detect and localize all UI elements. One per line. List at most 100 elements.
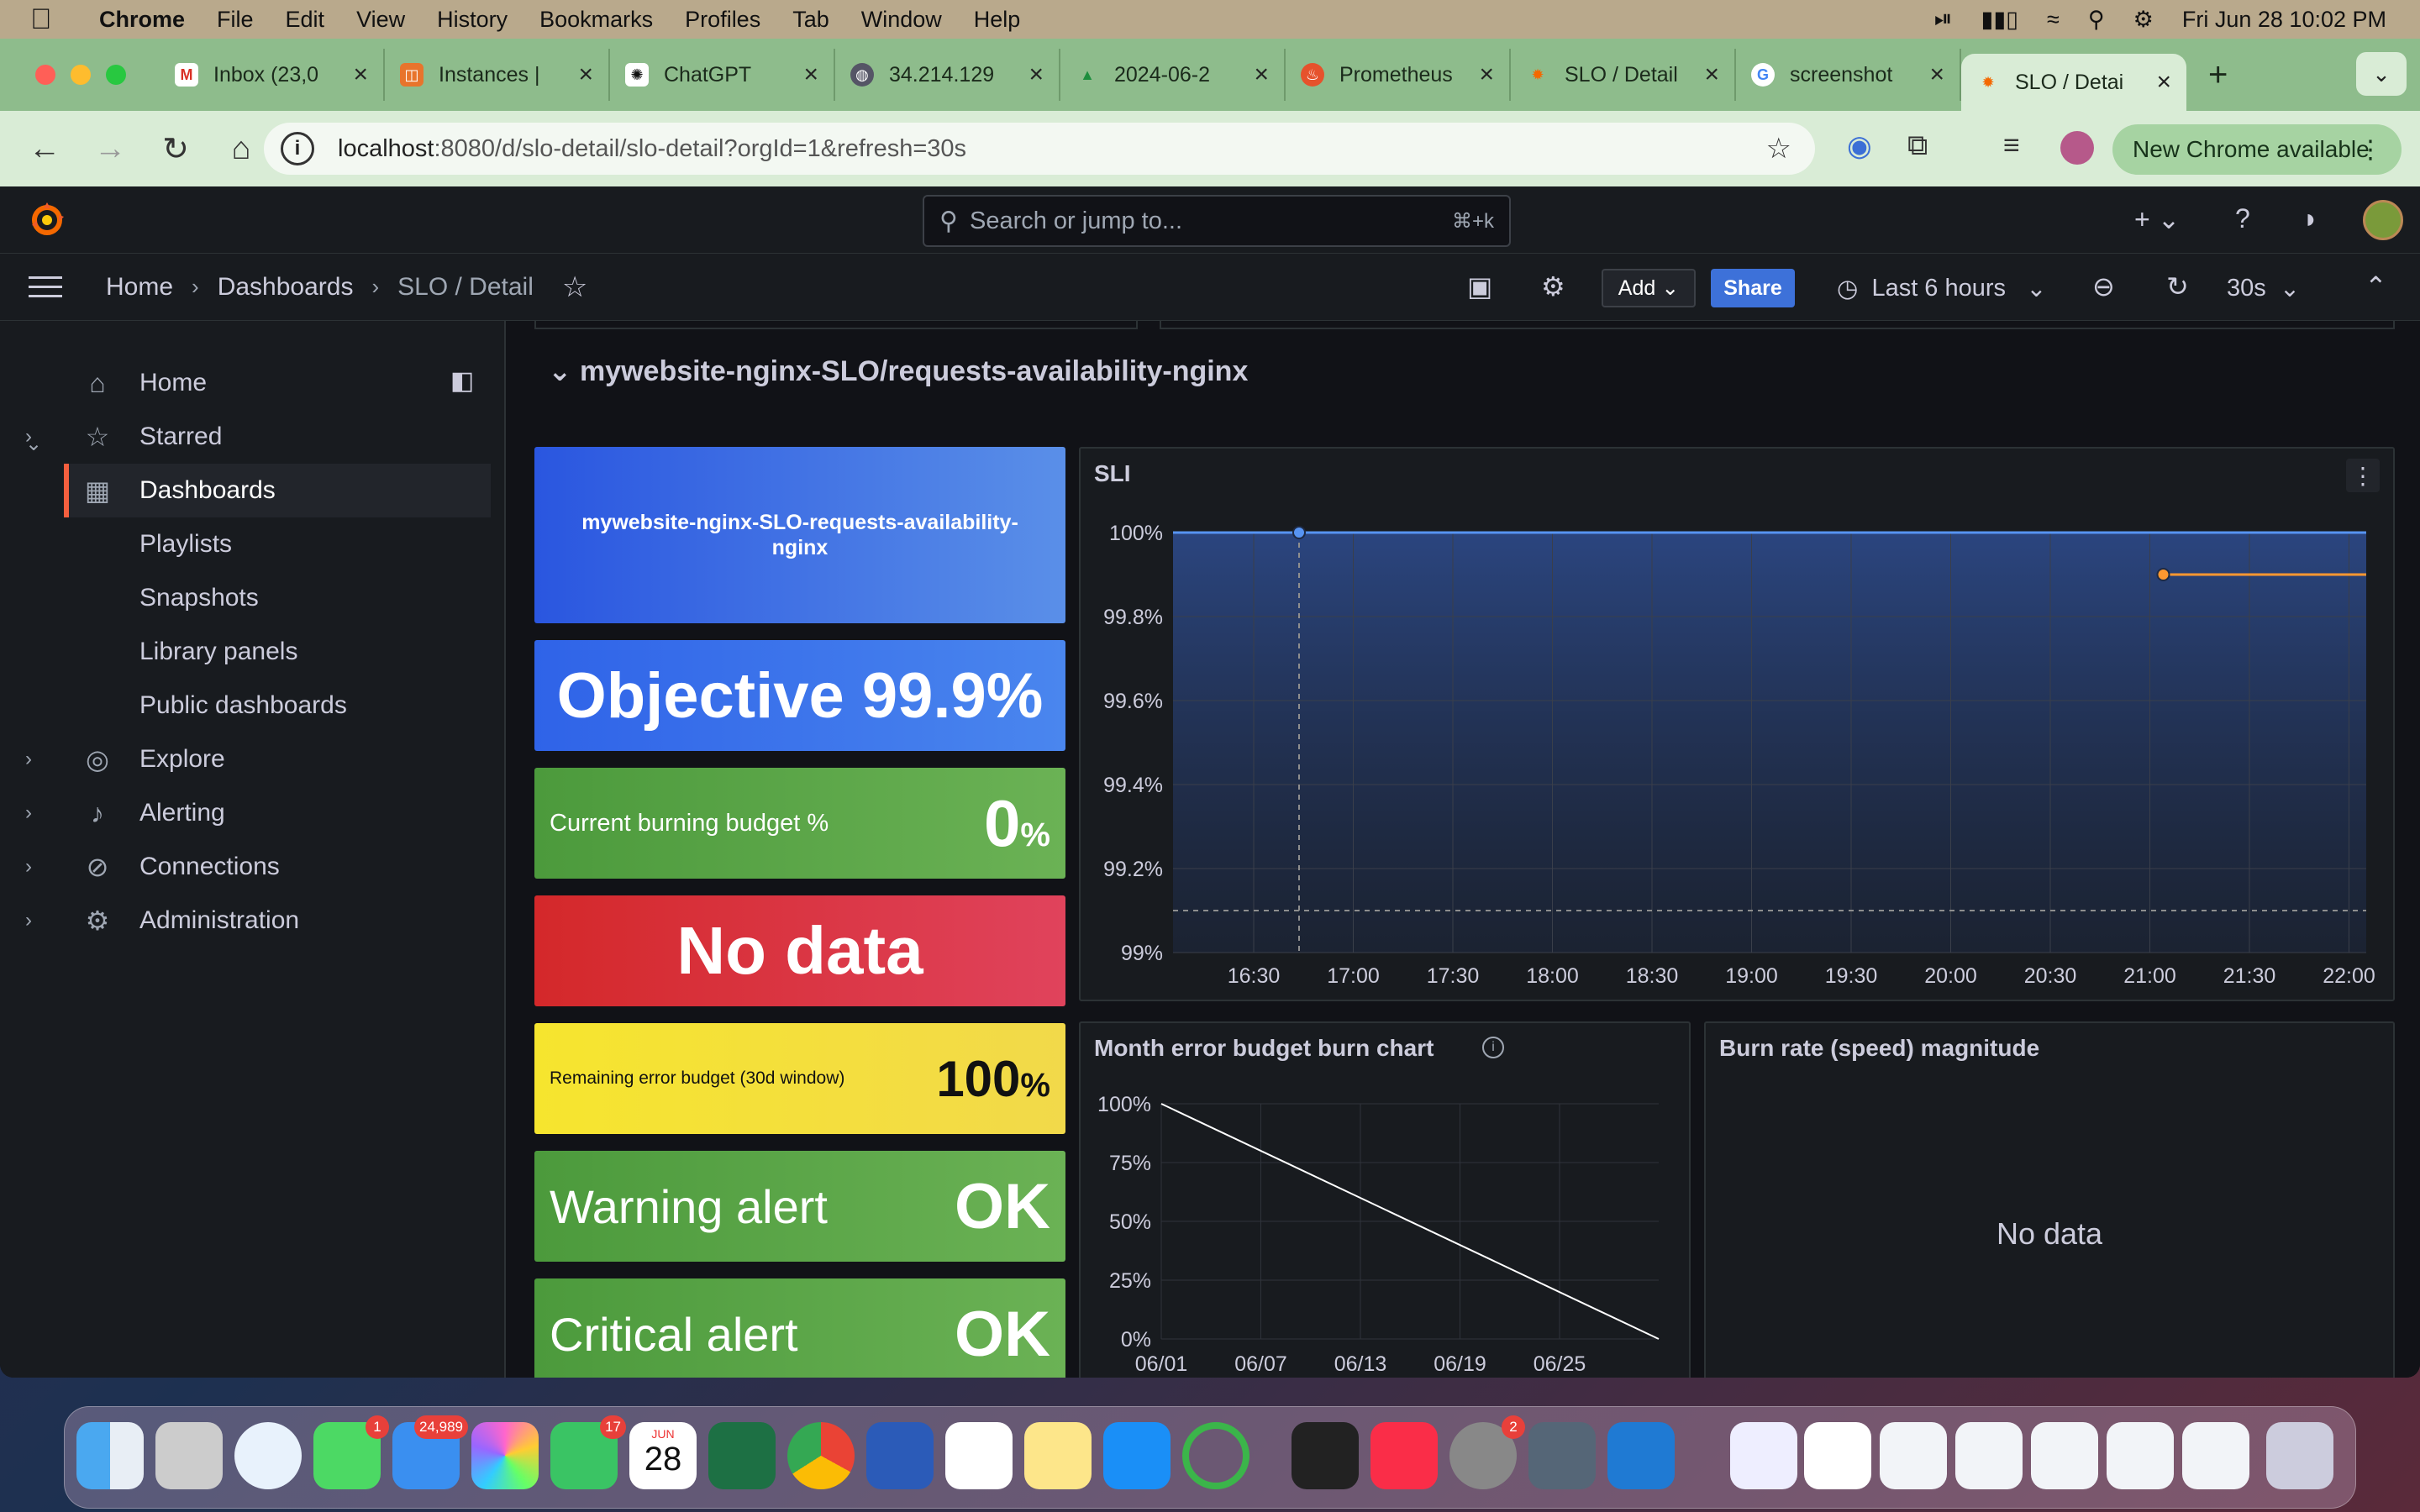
chevron-right-icon[interactable]: › [25, 801, 32, 825]
browser-tab[interactable]: ▲ 2024-06-2 × [1060, 49, 1286, 101]
recent-document-icon[interactable] [1955, 1422, 2023, 1489]
close-tab-icon[interactable]: × [1929, 60, 1944, 89]
help-icon[interactable]: ? [2235, 203, 2250, 234]
menu-toggle-icon[interactable] [29, 270, 62, 304]
spotlight-icon[interactable]: ⚲ [2088, 7, 2105, 33]
zoom-window-button[interactable] [106, 65, 126, 85]
breadcrumb-dashboards[interactable]: Dashboards [218, 273, 354, 302]
chevron-down-icon[interactable]: ⌄ [25, 432, 42, 456]
chevron-right-icon[interactable]: › [25, 748, 32, 771]
chevron-right-icon[interactable]: › [25, 855, 32, 879]
close-tab-icon[interactable]: × [1028, 60, 1044, 89]
menu-profiles[interactable]: Profiles [685, 7, 760, 33]
collapse-chevron-up-icon[interactable]: ⌃ [2365, 270, 2387, 302]
search-input[interactable]: ⚲ Search or jump to... ⌘+k [923, 195, 1511, 247]
breadcrumb-home[interactable]: Home [106, 273, 173, 302]
recent-document-icon[interactable] [2031, 1422, 2098, 1489]
browser-tab[interactable]: ♨ Prometheus × [1286, 49, 1511, 101]
messages-icon[interactable]: 1 [313, 1415, 389, 1489]
close-window-button[interactable] [35, 65, 55, 85]
close-tab-icon[interactable]: × [1479, 60, 1494, 89]
recent-document-icon[interactable] [1880, 1422, 1947, 1489]
menubar-clock[interactable]: Fri Jun 28 10:02 PM [2182, 7, 2386, 33]
calendar-icon[interactable]: JUN 28 [629, 1422, 697, 1489]
browser-tab[interactable]: ✹ SLO / Detail × [1511, 49, 1736, 101]
excel-icon[interactable] [708, 1422, 776, 1489]
back-arrow-icon[interactable]: ← [24, 131, 66, 167]
new-tab-button[interactable]: + [2208, 56, 2228, 94]
nav-item-public-dashboards[interactable]: Public dashboards [0, 679, 491, 732]
wifi-icon[interactable]: ≈ [2047, 7, 2060, 33]
add-new-icon[interactable]: + ⌄ [2134, 203, 2180, 235]
sli-timeseries-panel[interactable]: SLI ⋮ 99% 99.2% 99.4% 99.6% 99.8% 100% 16:30 17… [1079, 447, 2395, 1001]
extensions-puzzle-icon[interactable]: ⧉ [1907, 129, 1928, 162]
vscode-icon[interactable] [1607, 1422, 1675, 1489]
nav-item-library-panels[interactable]: Library panels [0, 625, 491, 679]
reminders-icon[interactable] [945, 1422, 1013, 1489]
nav-item-snapshots[interactable]: Snapshots [0, 571, 491, 625]
play-status-icon[interactable]: ⏯ [1934, 6, 1953, 33]
browser-tab[interactable]: ◍ 34.214.129 × [835, 49, 1060, 101]
music-icon[interactable] [1370, 1422, 1438, 1489]
yaml-file-icon[interactable] [1730, 1422, 1797, 1489]
browser-tab[interactable]: ◫ Instances | × [385, 49, 610, 101]
terminal-icon[interactable] [1292, 1422, 1359, 1489]
browser-tab[interactable]: ✺ ChatGPT × [610, 49, 835, 101]
activity-ring-icon[interactable] [1182, 1422, 1249, 1489]
extension-icon[interactable]: ◉ [1847, 129, 1872, 163]
chevron-right-icon[interactable]: › [25, 909, 32, 932]
refresh-interval-picker[interactable]: 30s ⌄ [2227, 269, 2300, 307]
nav-item-dashboards[interactable]: ▦ Dashboards [64, 464, 491, 517]
close-tab-icon[interactable]: × [803, 60, 818, 89]
profile-avatar[interactable] [2060, 131, 2094, 165]
menu-view[interactable]: View [356, 7, 405, 33]
home-icon[interactable]: ⌂ [220, 131, 262, 167]
nav-item-starred[interactable]: › ☆ Starred [0, 410, 491, 464]
media-controls-icon[interactable]: ≡ [2003, 129, 2020, 162]
menu-tab[interactable]: Tab [792, 7, 829, 33]
time-range-picker[interactable]: ◷ Last 6 hours ⌄ [1837, 269, 2047, 307]
photos-icon[interactable] [471, 1422, 539, 1489]
save-dashboard-icon[interactable]: ▣ [1467, 270, 1492, 302]
dashboard-row-header[interactable]: ⌄ mywebsite-nginx-SLO/requests-availabil… [548, 354, 1248, 388]
menu-window[interactable]: Window [861, 7, 942, 33]
new-chrome-available-button[interactable]: New Chrome available ⋮ [2112, 124, 2402, 175]
menu-bookmarks[interactable]: Bookmarks [539, 7, 653, 33]
bookmark-star-icon[interactable]: ☆ [1766, 132, 1791, 165]
user-avatar[interactable] [2363, 200, 2403, 240]
minimize-window-button[interactable] [71, 65, 91, 85]
menu-help[interactable]: Help [974, 7, 1021, 33]
preview-icon[interactable] [1528, 1422, 1596, 1489]
system-settings-icon[interactable]: 2 [1449, 1415, 1525, 1489]
apple-menu-icon[interactable]:  [30, 0, 59, 39]
menu-app-name[interactable]: Chrome [99, 7, 185, 33]
close-tab-icon[interactable]: × [578, 60, 593, 89]
app-store-icon[interactable] [1103, 1422, 1171, 1489]
notes-icon[interactable] [1024, 1422, 1092, 1489]
battery-icon[interactable]: ▮▮▯ [1981, 7, 2018, 33]
facetime-icon[interactable]: 17 [550, 1415, 626, 1489]
nav-item-connections[interactable]: › ⊘ Connections [0, 840, 491, 894]
close-tab-icon[interactable]: × [353, 60, 368, 89]
share-button[interactable]: Share [1711, 269, 1795, 307]
grafana-logo-icon[interactable] [27, 200, 67, 240]
nav-item-alerting[interactable]: › ♪ Alerting [0, 786, 491, 840]
browser-tab-active[interactable]: ✹ SLO / Detai × [1961, 54, 2186, 111]
control-center-icon[interactable]: ⚙ [2133, 7, 2154, 33]
close-tab-icon[interactable]: × [2156, 68, 2171, 97]
site-info-icon[interactable]: i [281, 132, 314, 165]
zoom-out-icon[interactable]: ⊖ [2092, 270, 2115, 302]
launchpad-icon[interactable] [155, 1422, 223, 1489]
dashboard-settings-gear-icon[interactable]: ⚙ [1541, 270, 1565, 302]
tab-search-button[interactable]: ⌄ [2356, 52, 2407, 96]
recent-document-icon[interactable] [2107, 1422, 2174, 1489]
refresh-icon[interactable]: ↻ [2166, 270, 2189, 302]
forward-arrow-icon[interactable]: → [89, 131, 131, 167]
browser-tab[interactable]: M Inbox (23,0 × [160, 49, 385, 101]
word-icon[interactable] [866, 1422, 934, 1489]
recent-document-icon[interactable] [2182, 1422, 2249, 1489]
browser-tab[interactable]: Gscreenshot × [1736, 49, 1961, 101]
close-tab-icon[interactable]: × [1254, 60, 1269, 89]
finder-icon[interactable] [76, 1422, 144, 1489]
address-bar[interactable]: i localhost:8080/d/slo-detail/slo-detail… [264, 123, 1815, 175]
